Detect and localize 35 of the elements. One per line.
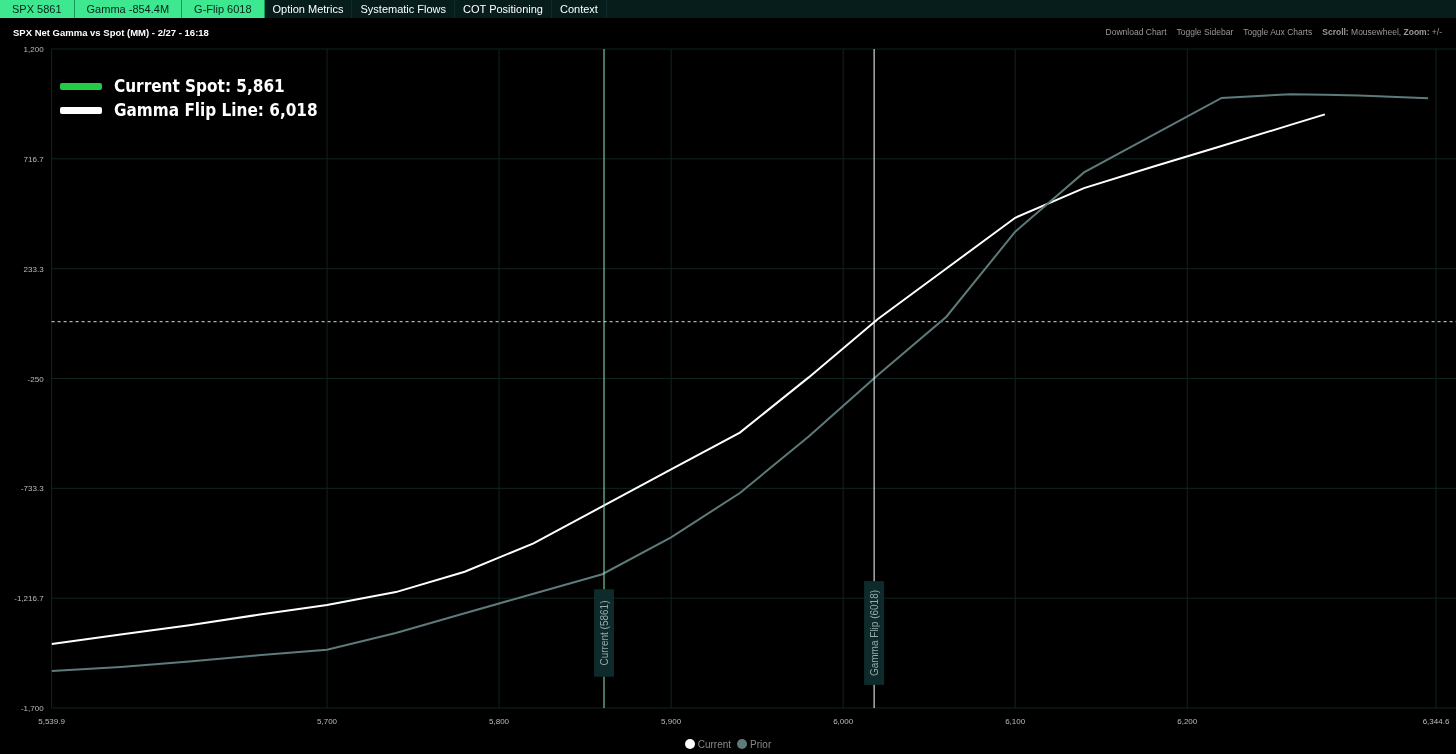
axis-tick-label: 5,800 (489, 717, 510, 726)
toolbar-link[interactable]: Toggle Sidebar (1176, 27, 1234, 37)
marker-label: Current (5861) (594, 589, 614, 677)
axis-tick-label: -1,216.7 (14, 594, 44, 604)
legend-item[interactable]: Current (697, 738, 732, 750)
axis-tick-label: -733.3 (20, 484, 44, 494)
axis-tick-label: 5,900 (661, 717, 682, 726)
nav-tab[interactable]: Option Metrics (264, 0, 353, 18)
ref-line-label: Gamma Flip (6018) (868, 589, 880, 677)
axis-tick-label: 6,200 (1177, 717, 1198, 726)
scroll-hint: Scroll: Mousewheel, Zoom: +/- (1322, 27, 1442, 37)
chart-title: SPX Net Gamma vs Spot (MM) - 2/27 - 16:18 (13, 26, 210, 38)
axis-tick-label: 1,200 (23, 46, 44, 54)
toolbar-link[interactable]: Toggle Aux Charts (1243, 27, 1313, 37)
marker-label: Gamma Flip (6018) (864, 581, 885, 685)
axis-tick-label: 6,100 (1005, 717, 1026, 726)
axis-tick-label: -250 (27, 374, 44, 384)
axis-tick-label: -1,700 (20, 704, 44, 713)
axis-tick-label: 233.3 (23, 264, 44, 274)
axis-tick-label: 5,539.9 (38, 717, 65, 726)
axis-tick-label: 6,000 (833, 717, 854, 726)
legend-label: Current Spot: 5,861 (114, 76, 285, 96)
legend-item[interactable]: Prior (750, 738, 772, 750)
nav-tab[interactable]: Systematic Flows (352, 0, 456, 18)
axis-tick-label: 5,700 (317, 717, 338, 726)
ref-line-label: Current (5861) (598, 600, 610, 666)
stat-tab[interactable]: SPX 5861 (0, 0, 75, 18)
stat-tab[interactable]: G-Flip 6018 (182, 0, 265, 18)
legend-label: Gamma Flip Line: 6,018 (114, 100, 318, 120)
nav-tab[interactable]: Context (551, 0, 607, 18)
axis-tick-label: 6,344.6 (1422, 717, 1450, 726)
toolbar-link[interactable]: Download Chart (1105, 27, 1167, 37)
nav-tab[interactable]: COT Positioning (455, 0, 552, 18)
stat-tab[interactable]: Gamma -854.4M (74, 0, 183, 18)
axis-tick-label: 716.7 (23, 154, 44, 164)
